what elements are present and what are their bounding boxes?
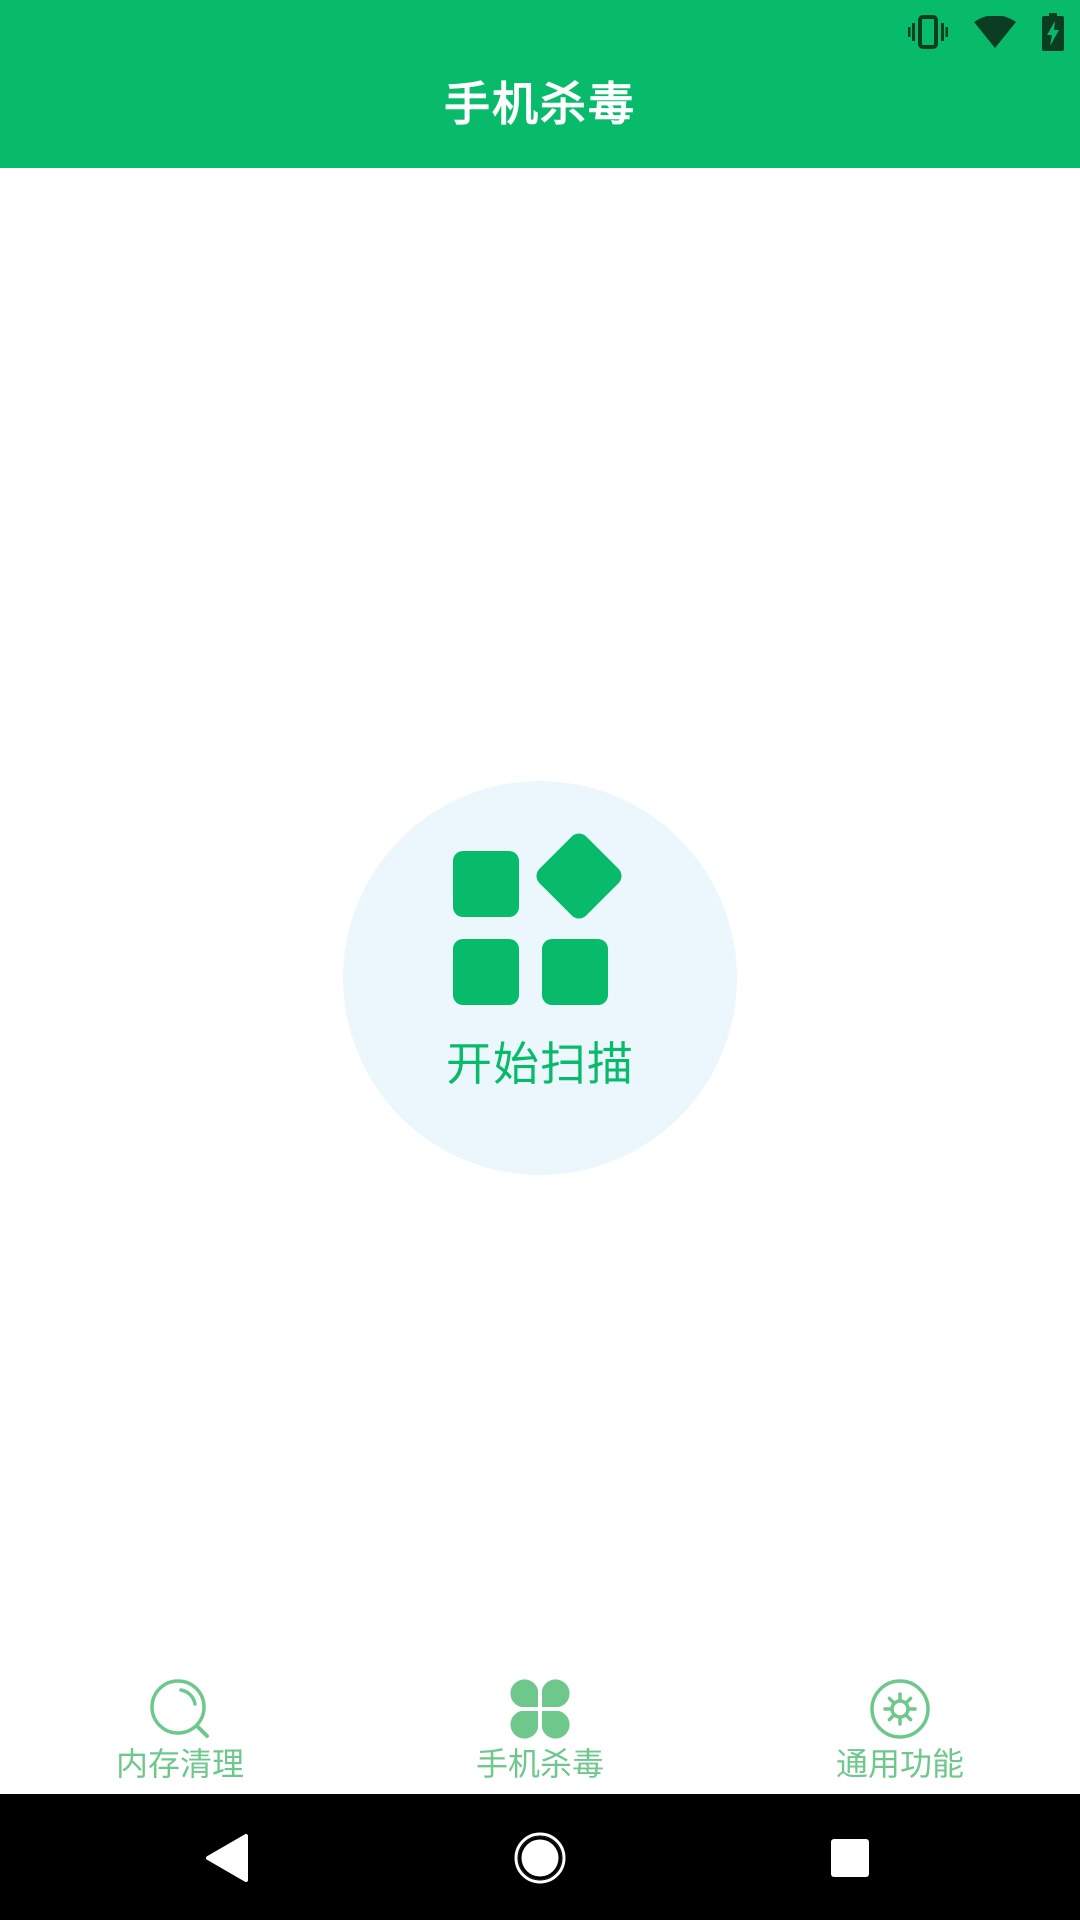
nav-item-antivirus[interactable]: 手机杀毒 [360, 1660, 720, 1794]
system-nav-bar [0, 1794, 1080, 1920]
nav-item-general-functions[interactable]: 通用功能 [720, 1660, 1080, 1794]
wifi-icon [974, 16, 1016, 48]
recents-icon [810, 1818, 890, 1898]
back-icon [186, 1818, 266, 1898]
home-button[interactable] [500, 1818, 580, 1898]
app-bar: 手机杀毒 [0, 0, 1080, 168]
battery-charging-icon [1042, 13, 1064, 51]
nav-label-general-functions: 通用功能 [835, 1745, 964, 1783]
clover-icon [509, 1678, 571, 1740]
page-title: 手机杀毒 [444, 77, 636, 131]
vibrate-icon [908, 14, 948, 50]
bottom-nav: 内存清理 手机杀毒 通用功能 [0, 1660, 1080, 1794]
home-icon [500, 1818, 580, 1898]
nav-label-memory-clean: 内存清理 [115, 1745, 244, 1783]
recents-button[interactable] [810, 1818, 890, 1898]
start-scan-button[interactable]: 开始扫描 [343, 781, 737, 1175]
gear-icon [869, 1678, 931, 1740]
screen: 手机杀毒 开始扫描 内存清理 手机杀毒 通用功能 [0, 0, 1080, 1920]
search-clean-icon [149, 1678, 211, 1740]
nav-label-antivirus: 手机杀毒 [475, 1745, 604, 1783]
apps-grid-icon [453, 833, 633, 1013]
back-button[interactable] [186, 1818, 266, 1898]
start-scan-label: 开始扫描 [446, 1037, 634, 1091]
status-bar [908, 12, 1064, 52]
nav-item-memory-clean[interactable]: 内存清理 [0, 1660, 360, 1794]
